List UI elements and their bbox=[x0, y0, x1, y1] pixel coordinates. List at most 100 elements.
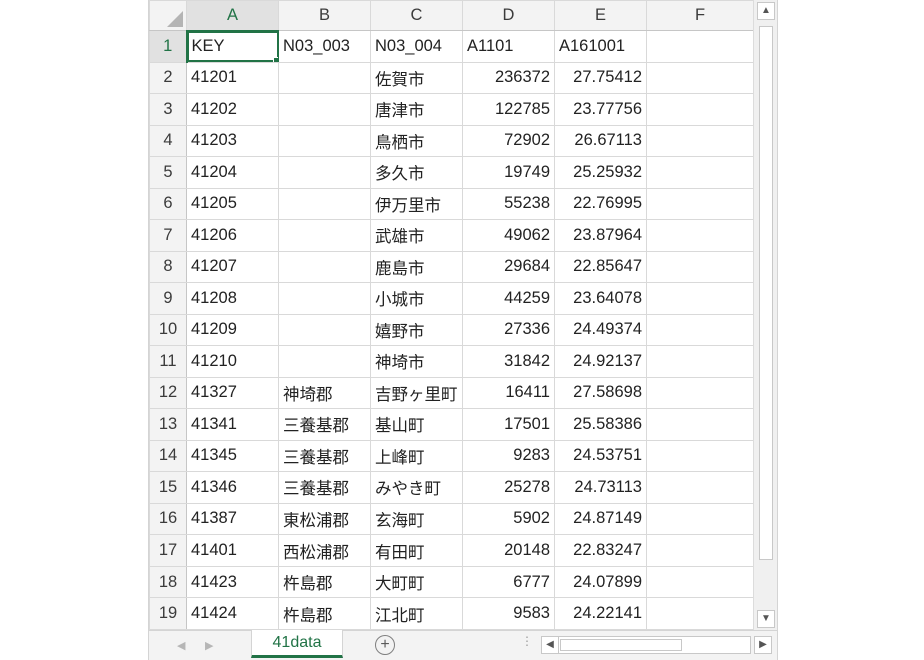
cell-a[interactable]: 41346 bbox=[186, 471, 279, 504]
row-header[interactable]: 1 bbox=[149, 30, 188, 63]
cell-c[interactable]: 多久市 bbox=[370, 156, 463, 189]
scroll-right-arrow-icon[interactable]: ▶ bbox=[754, 636, 772, 654]
cell-d[interactable]: 17501 bbox=[462, 408, 555, 441]
cell-a[interactable]: 41345 bbox=[186, 439, 279, 473]
cell-a[interactable]: 41205 bbox=[186, 187, 279, 221]
row-header[interactable]: 17 bbox=[149, 534, 187, 567]
cell-d[interactable]: 20148 bbox=[462, 534, 555, 567]
cell-d[interactable]: 72902 bbox=[462, 124, 555, 158]
cell-f[interactable] bbox=[646, 219, 754, 252]
row-header[interactable]: 19 bbox=[149, 597, 187, 630]
cell-e[interactable]: 25.25932 bbox=[554, 156, 647, 189]
next-sheet-icon[interactable]: ▶ bbox=[205, 639, 213, 652]
cell-f[interactable] bbox=[646, 124, 754, 158]
cell-e[interactable]: 24.22141 bbox=[554, 597, 647, 630]
column-header-c[interactable]: C bbox=[370, 0, 463, 31]
cell-a[interactable]: 41206 bbox=[186, 219, 279, 252]
row-header[interactable]: 5 bbox=[149, 156, 187, 189]
cell-c[interactable]: 武雄市 bbox=[370, 219, 463, 252]
cell-b[interactable] bbox=[278, 156, 371, 189]
vertical-scrollbar[interactable]: ▲ ▼ bbox=[753, 0, 777, 630]
cell-d[interactable]: 5902 bbox=[462, 502, 555, 536]
cell-f[interactable] bbox=[646, 408, 754, 441]
cell-e[interactable]: 24.92137 bbox=[554, 345, 647, 378]
cell-b[interactable] bbox=[278, 282, 371, 315]
cell-d[interactable]: 19749 bbox=[462, 156, 555, 189]
cell-e[interactable]: 22.85647 bbox=[554, 250, 647, 284]
cell-e[interactable]: A161001 bbox=[554, 30, 647, 63]
column-header-a[interactable]: A bbox=[186, 0, 279, 32]
cell-c[interactable]: 鹿島市 bbox=[370, 250, 463, 284]
cell-e[interactable]: 24.07899 bbox=[554, 565, 647, 599]
horizontal-scrollbar[interactable]: ◀ ▶ bbox=[541, 636, 772, 654]
row-header[interactable]: 8 bbox=[149, 250, 187, 284]
cell-d[interactable]: 27336 bbox=[462, 313, 555, 347]
row-header[interactable]: 14 bbox=[149, 439, 187, 473]
cell-a[interactable]: 41201 bbox=[186, 61, 279, 95]
cell-c[interactable]: 伊万里市 bbox=[370, 187, 463, 221]
cell-b[interactable] bbox=[278, 345, 371, 378]
row-header[interactable]: 3 bbox=[149, 93, 187, 126]
cell-d[interactable]: 49062 bbox=[462, 219, 555, 252]
cell-d[interactable]: A1101 bbox=[462, 30, 555, 63]
cell-b[interactable]: 杵島郡 bbox=[278, 597, 371, 630]
cell-c[interactable]: 玄海町 bbox=[370, 502, 463, 536]
cell-e[interactable]: 22.83247 bbox=[554, 534, 647, 567]
row-header[interactable]: 4 bbox=[149, 124, 187, 158]
cell-a[interactable]: 41387 bbox=[186, 502, 279, 536]
cell-d[interactable]: 55238 bbox=[462, 187, 555, 221]
row-header[interactable]: 6 bbox=[149, 187, 187, 221]
cell-f[interactable] bbox=[646, 156, 754, 189]
cell-a[interactable]: 41204 bbox=[186, 156, 279, 189]
select-all-corner[interactable] bbox=[149, 0, 187, 31]
cell-e[interactable]: 24.49374 bbox=[554, 313, 647, 347]
cell-f[interactable] bbox=[646, 282, 754, 315]
cell-e[interactable]: 22.76995 bbox=[554, 187, 647, 221]
cell-b[interactable]: 神埼郡 bbox=[278, 376, 371, 410]
cell-d[interactable]: 29684 bbox=[462, 250, 555, 284]
cell-b[interactable] bbox=[278, 61, 371, 95]
cell-b[interactable]: 西松浦郡 bbox=[278, 534, 371, 567]
cell-b[interactable] bbox=[278, 313, 371, 347]
cell-e[interactable]: 27.58698 bbox=[554, 376, 647, 410]
cell-b[interactable] bbox=[278, 187, 371, 221]
cell-b[interactable]: 三養基郡 bbox=[278, 408, 371, 441]
sheet-tab-41data[interactable]: 41data bbox=[251, 630, 343, 658]
cell-b[interactable]: 三養基郡 bbox=[278, 439, 371, 473]
cell-a[interactable]: 41401 bbox=[186, 534, 279, 567]
cell-e[interactable]: 26.67113 bbox=[554, 124, 647, 158]
cell-a[interactable]: 41341 bbox=[186, 408, 279, 441]
column-header-b[interactable]: B bbox=[278, 0, 371, 31]
cell-a[interactable]: 41423 bbox=[186, 565, 279, 599]
cell-f[interactable] bbox=[646, 565, 754, 599]
cell-c[interactable]: 小城市 bbox=[370, 282, 463, 315]
cell-d[interactable]: 236372 bbox=[462, 61, 555, 95]
cell-a[interactable]: 41210 bbox=[186, 345, 279, 378]
cell-a[interactable]: 41202 bbox=[186, 93, 279, 126]
cell-b[interactable] bbox=[278, 219, 371, 252]
cell-f[interactable] bbox=[646, 61, 754, 95]
row-header[interactable]: 2 bbox=[149, 61, 187, 95]
cell-b[interactable]: 東松浦郡 bbox=[278, 502, 371, 536]
cell-f[interactable] bbox=[646, 597, 754, 630]
row-header[interactable]: 10 bbox=[149, 313, 187, 347]
cell-f[interactable] bbox=[646, 471, 754, 504]
cell-b[interactable] bbox=[278, 93, 371, 126]
cell-c[interactable]: 上峰町 bbox=[370, 439, 463, 473]
cell-e[interactable]: 23.64078 bbox=[554, 282, 647, 315]
cell-d[interactable]: 9583 bbox=[462, 597, 555, 630]
cell-b[interactable] bbox=[278, 124, 371, 158]
cell-c[interactable]: 基山町 bbox=[370, 408, 463, 441]
cell-b[interactable]: N03_003 bbox=[278, 30, 371, 63]
row-header[interactable]: 12 bbox=[149, 376, 187, 410]
cell-e[interactable]: 24.53751 bbox=[554, 439, 647, 473]
row-header[interactable]: 7 bbox=[149, 219, 187, 252]
cell-c[interactable]: 鳥栖市 bbox=[370, 124, 463, 158]
cell-c[interactable]: 大町町 bbox=[370, 565, 463, 599]
cell-e[interactable]: 24.73113 bbox=[554, 471, 647, 504]
row-header[interactable]: 11 bbox=[149, 345, 187, 378]
row-header[interactable]: 13 bbox=[149, 408, 187, 441]
horizontal-scroll-thumb[interactable] bbox=[560, 639, 682, 651]
cell-c[interactable]: N03_004 bbox=[370, 30, 463, 63]
row-header[interactable]: 18 bbox=[149, 565, 187, 599]
